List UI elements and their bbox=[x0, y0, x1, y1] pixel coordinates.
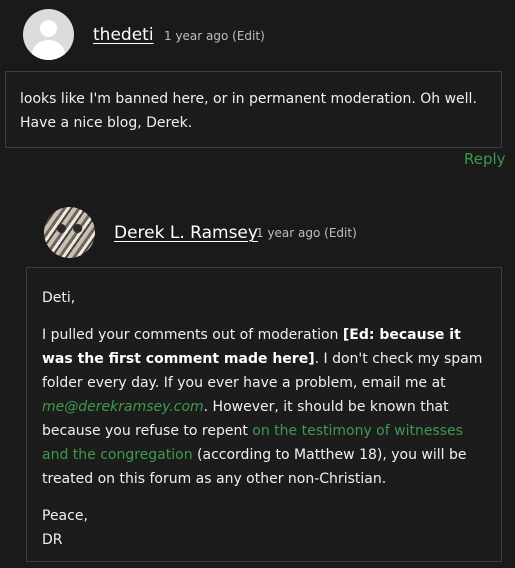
author-avatar bbox=[44, 207, 95, 258]
email-link[interactable]: me@derekramsey.com bbox=[42, 399, 204, 415]
body-text: I pulled your comments out of moderation bbox=[42, 327, 343, 343]
avatar-head-shape bbox=[40, 20, 57, 37]
reply-link[interactable]: Reply bbox=[464, 150, 506, 168]
comment-author-link[interactable]: thedeti bbox=[93, 25, 154, 45]
user-avatar bbox=[23, 9, 74, 60]
comment-signature: DR bbox=[42, 532, 63, 548]
comment-author-link[interactable]: Derek L. Ramsey bbox=[114, 223, 258, 243]
comment-line: Have a nice blog, Derek. bbox=[20, 115, 193, 131]
comment-meta[interactable]: 1 year ago (Edit) bbox=[256, 226, 357, 240]
avatar-body-shape bbox=[32, 40, 65, 60]
comment-signoff: Peace, bbox=[42, 508, 88, 524]
comment-line: looks like I'm banned here, or in perman… bbox=[20, 91, 477, 107]
comment-paragraph: I pulled your comments out of moderation… bbox=[42, 323, 486, 491]
reply-comment-body: Deti, I pulled your comments out of mode… bbox=[26, 267, 502, 562]
comment-body: looks like I'm banned here, or in perman… bbox=[5, 71, 502, 148]
comment-meta[interactable]: 1 year ago (Edit) bbox=[164, 29, 265, 43]
comment-greeting: Deti, bbox=[42, 290, 76, 306]
